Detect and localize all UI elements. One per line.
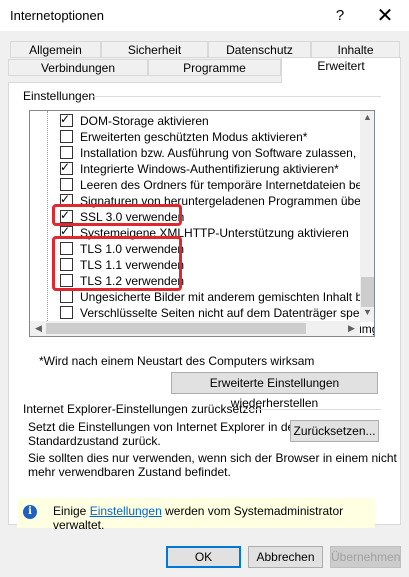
reset-description-line2: Standardzustand zurück. <box>28 434 161 448</box>
setting-checkbox[interactable] <box>60 306 73 319</box>
setting-label: Ungesicherte Bilder mit anderem gemischt… <box>80 290 375 304</box>
setting-label: Erweiterten geschützten Modus aktivieren… <box>80 130 308 144</box>
tab-programme[interactable]: Programme <box>148 59 281 76</box>
restore-advanced-button[interactable]: Erweiterte Einstellungen wiederherstelle… <box>171 372 378 410</box>
ok-button[interactable]: OK <box>166 546 241 568</box>
tab-sicherheit[interactable]: Sicherheit <box>101 41 208 58</box>
scroll-up-icon[interactable]: ▲ <box>360 112 374 122</box>
title-bar: Internetoptionen ? ✕ <box>0 0 409 31</box>
ssl-highlight-box <box>52 204 182 226</box>
checkmark-icon: ✓ <box>60 160 71 174</box>
setting-row[interactable]: ✓ DOM-Storage aktivieren <box>30 112 360 129</box>
setting-row[interactable]: Installation bzw. Ausführung von Softwar… <box>30 145 374 161</box>
checkmark-icon: ✓ <box>60 112 71 126</box>
cancel-button[interactable]: Abbrechen <box>248 546 323 568</box>
setting-row[interactable]: Ungesicherte Bilder mit anderem gemischt… <box>30 289 374 305</box>
scroll-left-icon[interactable]: ◀ <box>31 323 46 334</box>
apply-button[interactable]: Übernehmen <box>330 546 401 568</box>
setting-label: DOM-Storage aktivieren <box>80 114 209 128</box>
reset-divider <box>245 409 381 410</box>
horizontal-scroll-thumb[interactable] <box>46 323 306 334</box>
setting-row[interactable]: Verschlüsselte Seiten nicht auf dem Date… <box>30 305 374 321</box>
restart-note: *Wird nach einem Neustart des Computers … <box>39 354 315 368</box>
setting-checkbox[interactable] <box>60 146 73 159</box>
setting-label: Integrierte Windows-Authentifizierung ak… <box>80 162 339 176</box>
tab-datenschutz[interactable]: Datenschutz <box>208 41 311 58</box>
setting-label: Verschlüsselte Seiten nicht auf dem Date… <box>80 306 375 320</box>
reset-description-line1: Setzt die Einstellungen von Internet Exp… <box>28 420 301 434</box>
reset-note-line1: Sie sollten dies nur verwenden, wenn sic… <box>28 451 397 465</box>
vertical-scroll-thumb[interactable] <box>361 277 374 307</box>
settings-divider <box>93 96 381 97</box>
tab-erweitert[interactable]: Erweitert <box>281 57 401 83</box>
setting-checkbox[interactable] <box>60 130 73 143</box>
admin-info-bar: i Einige Einstellungen werden vom System… <box>17 498 375 532</box>
setting-checkbox[interactable]: ✓ <box>60 160 73 175</box>
setting-label: Leeren des Ordners für temporäre Interne… <box>80 178 375 192</box>
setting-checkbox[interactable]: ✓ <box>60 112 73 127</box>
scroll-right-icon[interactable]: ▶ <box>344 323 359 334</box>
settings-link[interactable]: Einstellungen <box>90 504 162 518</box>
setting-row[interactable]: ✓ Integrierte Windows-Authentifizierung a… <box>30 160 360 177</box>
reset-button[interactable]: Zurücksetzen... <box>290 420 379 442</box>
info-icon: i <box>23 505 37 519</box>
tab-verbindungen[interactable]: Verbindungen <box>8 59 148 76</box>
tls-highlight-box <box>52 236 182 291</box>
settings-heading: Einstellungen <box>23 89 96 103</box>
setting-checkbox[interactable] <box>60 290 73 303</box>
help-button[interactable]: ? <box>328 4 352 28</box>
window-title: Internetoptionen <box>10 8 104 23</box>
tab-inhalte[interactable]: Inhalte <box>311 41 400 58</box>
setting-label: Installation bzw. Ausführung von Softwar… <box>80 146 375 160</box>
scroll-down-icon[interactable]: ▼ <box>360 307 374 317</box>
setting-row[interactable]: Leeren des Ordners für temporäre Interne… <box>30 177 374 193</box>
setting-checkbox[interactable] <box>60 178 73 191</box>
reset-note-line2: mehr verwendbaren Zustand befindet. <box>28 465 231 479</box>
setting-row[interactable]: Erweiterten geschützten Modus aktivieren… <box>30 129 360 145</box>
tab-allgemein[interactable]: Allgemein <box>10 41 101 58</box>
reset-heading: Internet Explorer-Einstellungen zurückse… <box>23 402 262 416</box>
info-prefix: Einige <box>53 504 87 518</box>
close-button[interactable]: ✕ <box>373 4 397 28</box>
info-text: Einige Einstellungen werden vom Systemad… <box>53 504 375 532</box>
